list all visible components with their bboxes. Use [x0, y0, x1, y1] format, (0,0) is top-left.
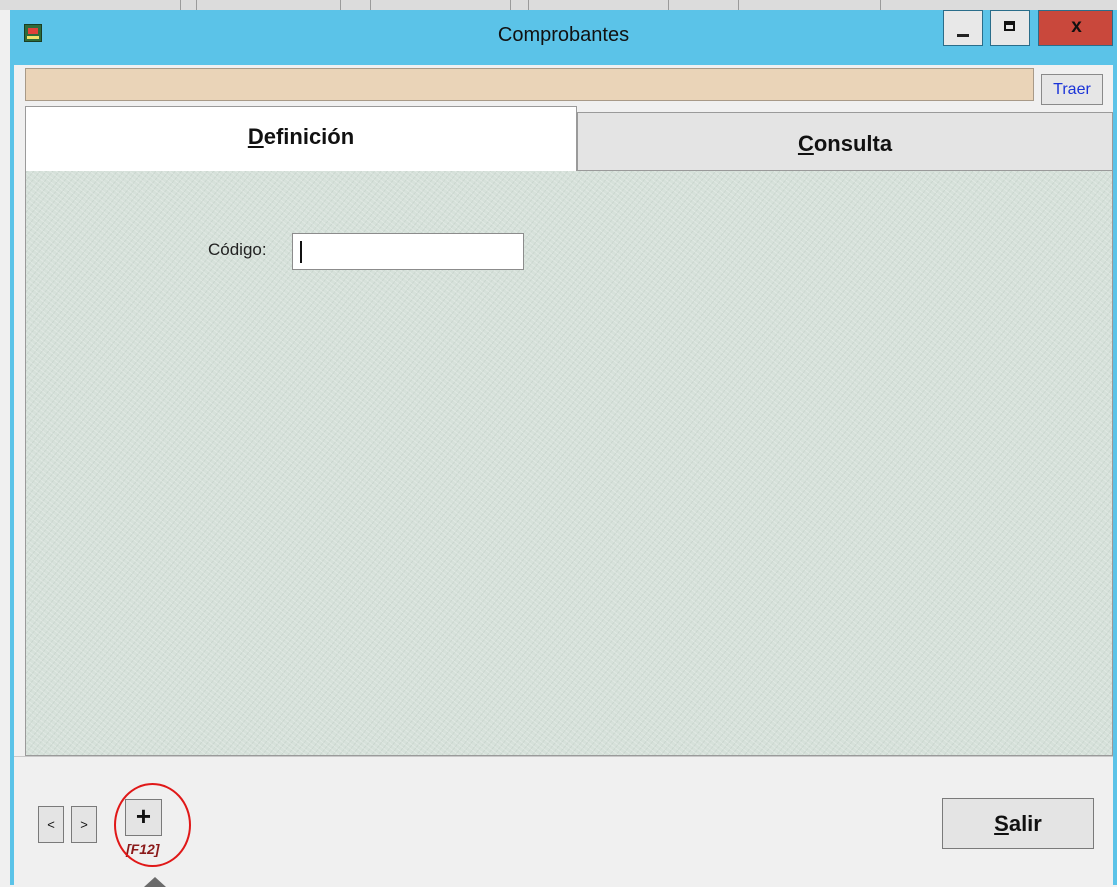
close-icon: x [1071, 16, 1082, 37]
tab-definicion-mnemonic: D [247, 124, 264, 149]
salir-label: alir [1008, 811, 1042, 836]
comprobantes-window: Comprobantes x Traer Definición Consulta… [10, 10, 1117, 887]
taskbar-divider [196, 0, 197, 10]
codigo-input[interactable] [292, 233, 524, 270]
tab-definicion-label: efinición [263, 124, 355, 149]
traer-button[interactable]: Traer [1041, 74, 1103, 105]
taskbar-divider [370, 0, 371, 10]
taskbar-strip [0, 0, 1117, 10]
definicion-panel: Código: [25, 171, 1113, 756]
footer-divider [14, 756, 1113, 757]
maximize-icon [1004, 21, 1015, 31]
previous-record-button[interactable]: < [38, 806, 64, 843]
codigo-label: Código: [208, 240, 267, 259]
taskbar-divider [180, 0, 181, 10]
taskbar-divider [510, 0, 511, 10]
title-bar[interactable]: Comprobantes x [10, 10, 1117, 65]
taskbar-divider [880, 0, 881, 10]
text-caret [300, 241, 302, 263]
taskbar-divider [738, 0, 739, 10]
next-record-button[interactable]: > [71, 806, 97, 843]
taskbar-divider [528, 0, 529, 10]
minimize-button[interactable] [943, 10, 983, 46]
minimize-icon [957, 34, 969, 37]
window-client-area: Traer Definición Consulta Código: < > + … [14, 65, 1113, 887]
tab-definicion[interactable]: Definición [25, 106, 577, 173]
maximize-button[interactable] [990, 10, 1030, 46]
tab-consulta-mnemonic: C [797, 131, 814, 156]
salir-button[interactable]: Salir [942, 798, 1094, 849]
salir-mnemonic: S [994, 811, 1009, 836]
taskbar-divider [340, 0, 341, 10]
close-button[interactable]: x [1038, 10, 1113, 46]
taskbar-divider [668, 0, 669, 10]
tab-consulta-label: onsulta [813, 131, 893, 156]
tab-consulta[interactable]: Consulta [577, 112, 1113, 171]
mouse-pointer-icon [144, 877, 166, 887]
search-field[interactable] [25, 68, 1034, 101]
highlight-annotation-circle [114, 783, 191, 867]
